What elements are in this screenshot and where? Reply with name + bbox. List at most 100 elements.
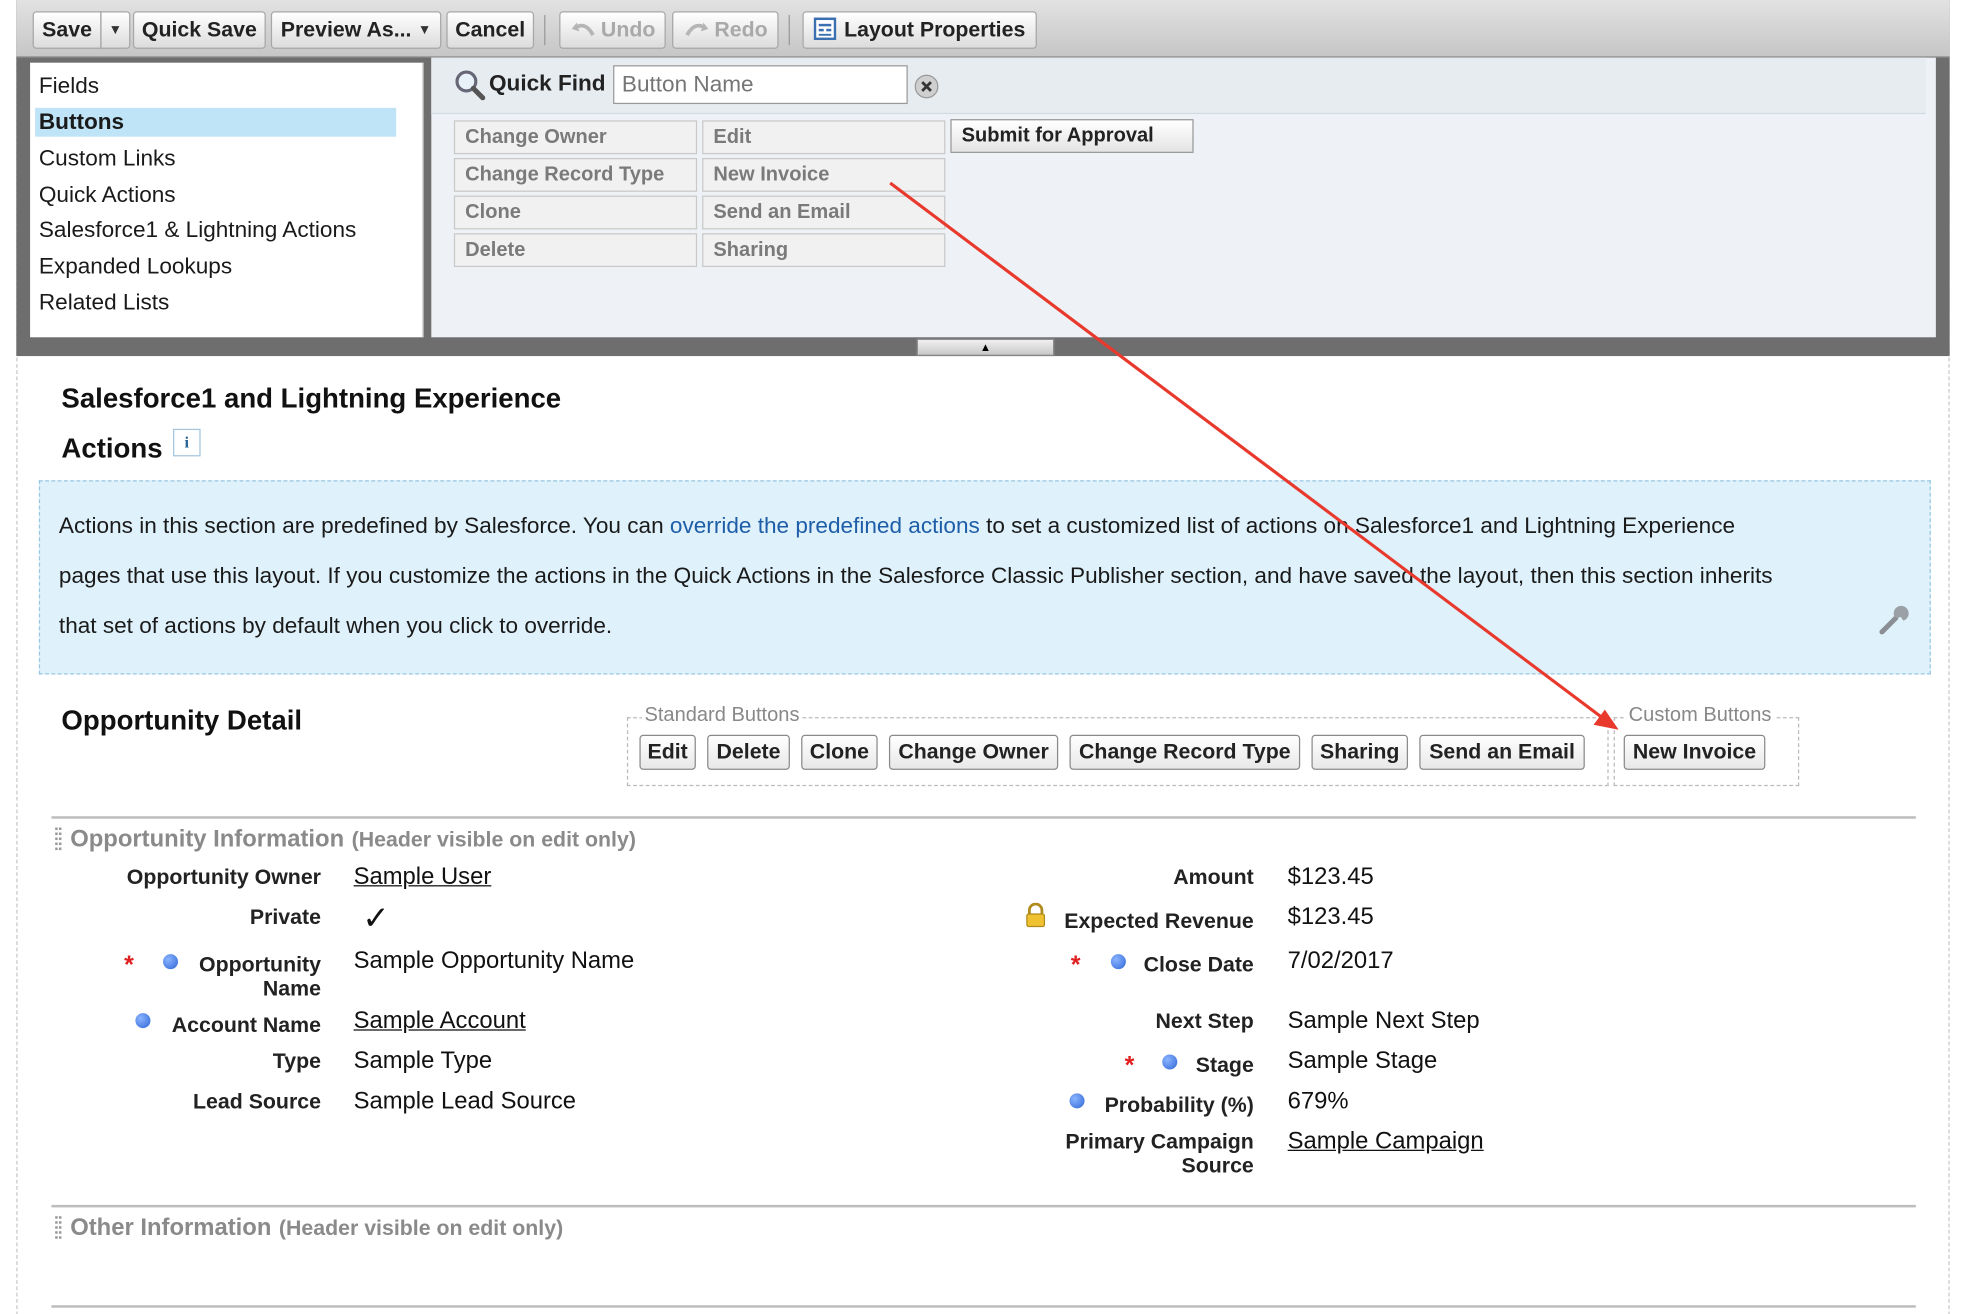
- send-an-email-button[interactable]: Send an Email: [1419, 734, 1585, 770]
- section-other-information[interactable]: Other Information (Header visible on edit…: [70, 1215, 563, 1243]
- category-salesforce1-lightning-actions[interactable]: Salesforce1 & Lightning Actions: [35, 216, 356, 245]
- field-value-opportunity-name: Sample Opportunity Name: [353, 947, 635, 975]
- new-invoice-button[interactable]: New Invoice: [1623, 734, 1766, 770]
- field-value-primary-campaign-source[interactable]: Sample Campaign: [1288, 1128, 1484, 1156]
- field-label-next-step: Next Step: [1155, 1009, 1254, 1034]
- field-label-probability: Probability (%): [1104, 1093, 1254, 1118]
- field-value-type: Sample Type: [353, 1048, 493, 1075]
- page-layout-editor: Save ▼ Quick Save Preview As... ▼ Cancel …: [0, 0, 1966, 1314]
- redo-button[interactable]: Redo: [672, 11, 779, 49]
- undo-button[interactable]: Undo: [559, 11, 666, 49]
- delete-button[interactable]: Delete: [707, 734, 790, 770]
- field-label-close-date: Close Date: [1143, 952, 1254, 977]
- blue-dot-icon: [162, 954, 179, 970]
- category-custom-links[interactable]: Custom Links: [35, 144, 176, 173]
- palette-items: Quick Find Change Owner Change Record Ty…: [431, 57, 1936, 338]
- palette-button-change-owner[interactable]: Change Owner: [453, 120, 698, 155]
- toolbar-divider: [544, 15, 546, 46]
- notice-line-1: Actions in this section are predefined b…: [59, 513, 1735, 539]
- override-actions-link[interactable]: override the predefined actions: [670, 513, 980, 538]
- field-label-account-name: Account Name: [171, 1013, 321, 1037]
- info-icon[interactable]: i: [173, 428, 201, 457]
- section-divider: [51, 1305, 1916, 1308]
- change-owner-button[interactable]: Change Owner: [888, 734, 1059, 770]
- field-value-stage: Sample Stage: [1287, 1048, 1438, 1075]
- custom-buttons-legend: Custom Buttons: [1626, 704, 1774, 728]
- field-label-primary-campaign-source: Primary Campaign Source: [1065, 1129, 1254, 1178]
- change-record-type-button[interactable]: Change Record Type: [1069, 734, 1301, 770]
- quick-find-bar: Quick Find: [431, 57, 1926, 115]
- section-note: (Header visible on edit only): [278, 1216, 564, 1241]
- section-title: Opportunity Information: [70, 826, 345, 853]
- standard-buttons-legend: Standard Buttons: [641, 704, 802, 728]
- section-note: (Header visible on edit only): [351, 827, 636, 852]
- cancel-button[interactable]: Cancel: [446, 11, 535, 49]
- palette-button-edit[interactable]: Edit: [702, 120, 946, 155]
- section-opportunity-information[interactable]: Opportunity Information (Header visible o…: [70, 826, 636, 854]
- magnifier-icon: [455, 70, 486, 101]
- save-button[interactable]: Save: [32, 11, 102, 49]
- field-label-lead-source: Lead Source: [193, 1089, 321, 1114]
- category-buttons[interactable]: Buttons: [35, 107, 397, 137]
- section-title: Other Information: [70, 1214, 272, 1242]
- field-value-amount: $123.45: [1287, 863, 1374, 891]
- save-dropdown-button[interactable]: ▼: [100, 11, 131, 49]
- caret-down-icon: ▼: [417, 22, 432, 38]
- section-divider: [51, 816, 1916, 819]
- field-label-private: Private: [249, 905, 321, 930]
- redo-label: Redo: [714, 17, 768, 42]
- required-star-icon: *: [124, 951, 134, 980]
- field-label-stage: Stage: [1195, 1053, 1254, 1078]
- section-drag-handle[interactable]: [55, 1216, 62, 1239]
- palette-button-submit-for-approval[interactable]: Submit for Approval: [950, 119, 1194, 153]
- section-divider: [51, 1204, 1916, 1208]
- field-label-type: Type: [272, 1049, 321, 1074]
- blue-dot-icon: [135, 1013, 151, 1029]
- category-quick-actions[interactable]: Quick Actions: [35, 181, 176, 210]
- notice-text: Actions in this section are predefined b…: [58, 512, 670, 538]
- lock-icon: [1026, 902, 1046, 928]
- quick-find-input[interactable]: [613, 65, 908, 105]
- palette-splitter-handle[interactable]: ▲: [916, 338, 1055, 357]
- layout-properties-button[interactable]: Layout Properties: [802, 11, 1037, 49]
- field-value-opportunity-owner[interactable]: Sample User: [354, 864, 492, 892]
- blue-dot-icon: [1110, 954, 1126, 970]
- field-value-probability: 679%: [1287, 1088, 1349, 1115]
- quick-save-button[interactable]: Quick Save: [132, 11, 266, 49]
- clone-button[interactable]: Clone: [801, 734, 878, 770]
- palette-button-new-invoice[interactable]: New Invoice: [702, 157, 946, 192]
- field-value-expected-revenue: $123.45: [1287, 903, 1374, 931]
- toolbar-divider: [788, 15, 790, 46]
- splitter-up-icon: ▲: [979, 341, 992, 354]
- notice-line-3: that set of actions by default when you …: [58, 613, 613, 639]
- opportunity-detail-title: Opportunity Detail: [61, 704, 303, 736]
- palette-button-send-an-email[interactable]: Send an Email: [702, 195, 946, 230]
- redo-icon: [685, 22, 709, 37]
- edit-button[interactable]: Edit: [639, 734, 696, 770]
- wrench-icon[interactable]: [1877, 602, 1912, 637]
- clear-icon[interactable]: [914, 74, 939, 99]
- palette-button-delete[interactable]: Delete: [453, 233, 698, 268]
- preview-as-button[interactable]: Preview As... ▼: [270, 11, 442, 49]
- palette-button-change-record-type[interactable]: Change Record Type: [453, 157, 698, 192]
- preview-as-label: Preview As...: [280, 17, 412, 42]
- section-drag-handle[interactable]: [55, 827, 62, 851]
- actions-notice: Actions in this section are predefined b…: [38, 480, 1931, 675]
- category-related-lists[interactable]: Related Lists: [35, 288, 169, 317]
- sharing-button[interactable]: Sharing: [1311, 734, 1409, 770]
- actions-section-title: Salesforce1 and Lightning Experience: [61, 382, 562, 414]
- caret-down-icon: ▼: [108, 22, 123, 38]
- field-value-account-name[interactable]: Sample Account: [354, 1008, 526, 1036]
- category-fields[interactable]: Fields: [35, 71, 99, 100]
- field-label-opportunity-name: Opportunity Name: [199, 952, 321, 1001]
- notice-line-2: pages that use this layout. If you custo…: [58, 562, 1773, 589]
- field-label-opportunity-owner: Opportunity Owner: [126, 865, 321, 889]
- palette-category-list: Fields Buttons Custom Links Quick Action…: [30, 62, 424, 338]
- palette-button-sharing[interactable]: Sharing: [702, 233, 946, 268]
- palette-button-clone[interactable]: Clone: [453, 195, 698, 230]
- notice-text: to set a customized list of actions on S…: [979, 512, 1736, 538]
- layout-properties-label: Layout Properties: [844, 17, 1026, 42]
- layout-properties-icon: [813, 17, 837, 41]
- field-label-expected-revenue: Expected Revenue: [1064, 909, 1254, 933]
- category-expanded-lookups[interactable]: Expanded Lookups: [35, 252, 232, 281]
